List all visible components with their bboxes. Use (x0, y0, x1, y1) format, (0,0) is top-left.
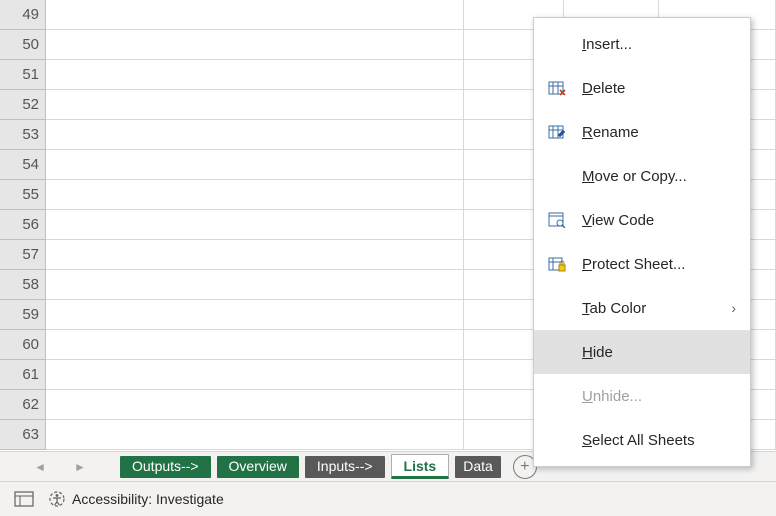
menu-item-insert[interactable]: Insert... (534, 22, 750, 66)
menu-item-label: Unhide... (582, 388, 736, 405)
sheet-tab-outputs-[interactable]: Outputs--> (120, 456, 211, 478)
row-header[interactable]: 55 (0, 180, 46, 210)
cell[interactable] (46, 300, 464, 329)
submenu-arrow-icon: › (731, 300, 736, 316)
cell[interactable] (46, 240, 464, 269)
menu-item-label: Tab Color (582, 300, 717, 317)
menu-item-protect[interactable]: Protect Sheet... (534, 242, 750, 286)
sheet-tab-data[interactable]: Data (455, 456, 501, 478)
menu-item-label: Rename (582, 124, 736, 141)
menu-item-hide[interactable]: Hide (534, 330, 750, 374)
cell[interactable] (46, 90, 464, 119)
cell[interactable] (46, 360, 464, 389)
row-header[interactable]: 58 (0, 270, 46, 300)
sheet-tab-overview[interactable]: Overview (217, 456, 299, 478)
sheet-tabs: Outputs-->OverviewInputs-->ListsData+ (120, 452, 537, 481)
menu-item-selectall[interactable]: Select All Sheets (534, 418, 750, 462)
delete-icon (546, 80, 568, 96)
menu-item-viewcode[interactable]: View Code (534, 198, 750, 242)
menu-item-label: Delete (582, 80, 736, 97)
row-header[interactable]: 57 (0, 240, 46, 270)
menu-item-tabcolor[interactable]: Tab Color › (534, 286, 750, 330)
accessibility-icon (48, 490, 66, 508)
rename-icon (546, 124, 568, 140)
cell[interactable] (46, 60, 464, 89)
menu-item-label: Select All Sheets (582, 432, 736, 449)
row-header[interactable]: 63 (0, 420, 46, 450)
tab-nav-next-icon[interactable]: ► (74, 460, 86, 474)
sheet-tab-lists[interactable]: Lists (391, 454, 450, 479)
row-header[interactable]: 53 (0, 120, 46, 150)
menu-item-label: Insert... (582, 36, 736, 53)
tab-nav-prev-icon[interactable]: ◄ (34, 460, 46, 474)
accessibility-status[interactable]: Accessibility: Investigate (48, 490, 224, 508)
menu-item-label: Move or Copy... (582, 168, 736, 185)
sheet-tab-inputs-[interactable]: Inputs--> (305, 456, 385, 478)
menu-item-label: View Code (582, 212, 736, 229)
row-header[interactable]: 59 (0, 300, 46, 330)
page-layout-icon[interactable] (14, 491, 34, 507)
cell[interactable] (46, 0, 464, 29)
cell[interactable] (46, 210, 464, 239)
tab-nav-arrows: ◄ ► (0, 460, 120, 474)
cell[interactable] (46, 150, 464, 179)
cell[interactable] (46, 270, 464, 299)
cell[interactable] (46, 180, 464, 209)
row-header[interactable]: 61 (0, 360, 46, 390)
protect-icon (546, 256, 568, 272)
row-header[interactable]: 50 (0, 30, 46, 60)
row-header[interactable]: 51 (0, 60, 46, 90)
menu-item-label: Protect Sheet... (582, 256, 736, 273)
cell[interactable] (46, 390, 464, 419)
cell[interactable] (46, 120, 464, 149)
menu-item-label: Hide (582, 344, 736, 361)
row-header[interactable]: 56 (0, 210, 46, 240)
menu-item-rename[interactable]: Rename (534, 110, 750, 154)
cell[interactable] (46, 30, 464, 59)
row-header[interactable]: 52 (0, 90, 46, 120)
viewcode-icon (546, 212, 568, 228)
row-header[interactable]: 60 (0, 330, 46, 360)
row-header[interactable]: 62 (0, 390, 46, 420)
row-header[interactable]: 49 (0, 0, 46, 30)
accessibility-label: Accessibility: Investigate (72, 491, 224, 507)
status-bar: Accessibility: Investigate (0, 482, 776, 516)
menu-item-delete[interactable]: Delete (534, 66, 750, 110)
row-header[interactable]: 54 (0, 150, 46, 180)
cell[interactable] (46, 330, 464, 359)
menu-item-move[interactable]: Move or Copy... (534, 154, 750, 198)
menu-item-unhide: Unhide... (534, 374, 750, 418)
sheet-tab-context-menu: Insert... Delete Rename Move or Copy... View… (533, 17, 751, 467)
cell[interactable] (46, 420, 464, 449)
